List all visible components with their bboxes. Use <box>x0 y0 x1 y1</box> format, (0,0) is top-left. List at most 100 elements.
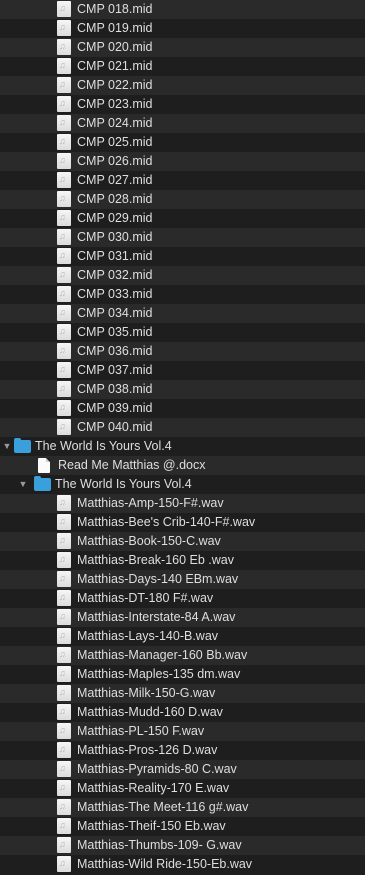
document-icon <box>38 458 50 473</box>
list-item[interactable]: CMP 040.mid <box>0 418 365 437</box>
file-name: CMP 019.mid <box>77 21 153 35</box>
list-item[interactable]: CMP 025.mid <box>0 133 365 152</box>
list-item[interactable]: Matthias-Thumbs-109- G.wav <box>0 836 365 855</box>
audio-file-icon <box>57 0 71 17</box>
list-item[interactable]: CMP 027.mid <box>0 171 365 190</box>
audio-file-icon <box>57 836 71 853</box>
file-name: CMP 028.mid <box>77 192 153 206</box>
list-item[interactable]: Matthias-Lays-140-B.wav <box>0 627 365 646</box>
audio-file-icon <box>57 95 71 112</box>
file-name: Matthias-Mudd-160 D.wav <box>77 705 223 719</box>
audio-file-icon <box>57 494 71 511</box>
file-name: CMP 033.mid <box>77 287 153 301</box>
list-item[interactable]: Matthias-PL-150 F.wav <box>0 722 365 741</box>
list-item[interactable]: Matthias-DT-180 F#.wav <box>0 589 365 608</box>
audio-file-icon <box>57 703 71 720</box>
list-item[interactable]: CMP 020.mid <box>0 38 365 57</box>
list-item[interactable]: CMP 038.mid <box>0 380 365 399</box>
file-name: Read Me Matthias @.docx <box>58 458 206 472</box>
audio-file-icon <box>57 228 71 245</box>
list-item[interactable]: CMP 032.mid <box>0 266 365 285</box>
list-item[interactable]: CMP 035.mid <box>0 323 365 342</box>
disclosure-triangle-icon[interactable]: ▼ <box>0 437 14 456</box>
list-item[interactable]: CMP 029.mid <box>0 209 365 228</box>
file-name: Matthias-Amp-150-F#.wav <box>77 496 224 510</box>
list-item[interactable]: Matthias-Bee's Crib-140-F#.wav <box>0 513 365 532</box>
audio-file-icon <box>57 171 71 188</box>
list-item[interactable]: CMP 028.mid <box>0 190 365 209</box>
file-name: CMP 035.mid <box>77 325 153 339</box>
audio-file-icon <box>57 19 71 36</box>
file-name: CMP 040.mid <box>77 420 153 434</box>
list-item[interactable]: CMP 021.mid <box>0 57 365 76</box>
list-item[interactable]: CMP 036.mid <box>0 342 365 361</box>
audio-file-icon <box>57 190 71 207</box>
file-name: Matthias-Lays-140-B.wav <box>77 629 219 643</box>
list-item[interactable]: CMP 026.mid <box>0 152 365 171</box>
list-item[interactable]: CMP 018.mid <box>0 0 365 19</box>
file-name: Matthias-Manager-160 Bb.wav <box>77 648 248 662</box>
audio-file-icon <box>57 57 71 74</box>
list-item[interactable]: Matthias-Maples-135 dm.wav <box>0 665 365 684</box>
audio-file-icon <box>57 722 71 739</box>
folder-row-main[interactable]: ▼ The World Is Yours Vol.4 <box>0 437 365 456</box>
file-name: CMP 026.mid <box>77 154 153 168</box>
list-item[interactable]: CMP 037.mid <box>0 361 365 380</box>
list-item[interactable]: CMP 039.mid <box>0 399 365 418</box>
file-name: Matthias-Pros-126 D.wav <box>77 743 218 757</box>
list-item[interactable]: Matthias-Pyramids-80 C.wav <box>0 760 365 779</box>
file-name: CMP 030.mid <box>77 230 153 244</box>
list-item[interactable]: Matthias-Theif-150 Eb.wav <box>0 817 365 836</box>
list-item[interactable]: Matthias-Wild Ride-150-Eb.wav <box>0 855 365 874</box>
folder-row-sub[interactable]: ▼ The World Is Yours Vol.4 <box>0 475 365 494</box>
audio-file-icon <box>57 114 71 131</box>
list-item[interactable]: Matthias-Amp-150-F#.wav <box>0 494 365 513</box>
audio-file-icon <box>57 76 71 93</box>
audio-file-icon <box>57 285 71 302</box>
file-name: Matthias-Days-140 EBm.wav <box>77 572 239 586</box>
list-item[interactable]: Read Me Matthias @.docx <box>0 456 365 475</box>
file-name: Matthias-Maples-135 dm.wav <box>77 667 241 681</box>
list-item[interactable]: Matthias-Book-150-C.wav <box>0 532 365 551</box>
file-name: Matthias-PL-150 F.wav <box>77 724 205 738</box>
list-item[interactable]: CMP 033.mid <box>0 285 365 304</box>
list-item[interactable]: Matthias-Mudd-160 D.wav <box>0 703 365 722</box>
file-name: CMP 038.mid <box>77 382 153 396</box>
file-name: Matthias-The Meet-116 g#.wav <box>77 800 249 814</box>
list-item[interactable]: Matthias-Pros-126 D.wav <box>0 741 365 760</box>
list-item[interactable]: Matthias-The Meet-116 g#.wav <box>0 798 365 817</box>
list-item[interactable]: Matthias-Milk-150-G.wav <box>0 684 365 703</box>
list-item[interactable]: CMP 023.mid <box>0 95 365 114</box>
audio-file-icon <box>57 532 71 549</box>
file-name: CMP 018.mid <box>77 2 153 16</box>
list-item[interactable]: CMP 019.mid <box>0 19 365 38</box>
list-item[interactable]: CMP 034.mid <box>0 304 365 323</box>
audio-file-icon <box>57 760 71 777</box>
file-name: CMP 029.mid <box>77 211 153 225</box>
file-name: Matthias-Wild Ride-150-Eb.wav <box>77 857 253 871</box>
audio-file-icon <box>57 304 71 321</box>
list-item[interactable]: Matthias-Reality-170 E.wav <box>0 779 365 798</box>
file-name: CMP 032.mid <box>77 268 153 282</box>
list-item[interactable]: CMP 024.mid <box>0 114 365 133</box>
list-item[interactable]: Matthias-Interstate-84 A.wav <box>0 608 365 627</box>
audio-file-icon <box>57 646 71 663</box>
file-name: CMP 037.mid <box>77 363 153 377</box>
file-name: Matthias-DT-180 F#.wav <box>77 591 214 605</box>
file-name: CMP 020.mid <box>77 40 153 54</box>
audio-file-icon <box>57 133 71 150</box>
folder-name: The World Is Yours Vol.4 <box>55 477 192 491</box>
file-list: CMP 018.mid CMP 019.mid CMP 020.mid CMP 021… <box>0 0 365 875</box>
audio-file-icon <box>57 608 71 625</box>
audio-file-icon <box>57 38 71 55</box>
audio-file-icon <box>57 418 71 435</box>
list-item[interactable]: CMP 031.mid <box>0 247 365 266</box>
list-item[interactable]: Matthias-Break-160 Eb .wav <box>0 551 365 570</box>
list-item[interactable]: CMP 030.mid <box>0 228 365 247</box>
list-item[interactable]: Matthias-Manager-160 Bb.wav <box>0 646 365 665</box>
file-name: Matthias-Reality-170 E.wav <box>77 781 230 795</box>
disclosure-triangle-icon[interactable]: ▼ <box>16 475 30 494</box>
list-item[interactable]: Matthias-Days-140 EBm.wav <box>0 570 365 589</box>
list-item[interactable]: CMP 022.mid <box>0 76 365 95</box>
audio-file-icon <box>57 589 71 606</box>
